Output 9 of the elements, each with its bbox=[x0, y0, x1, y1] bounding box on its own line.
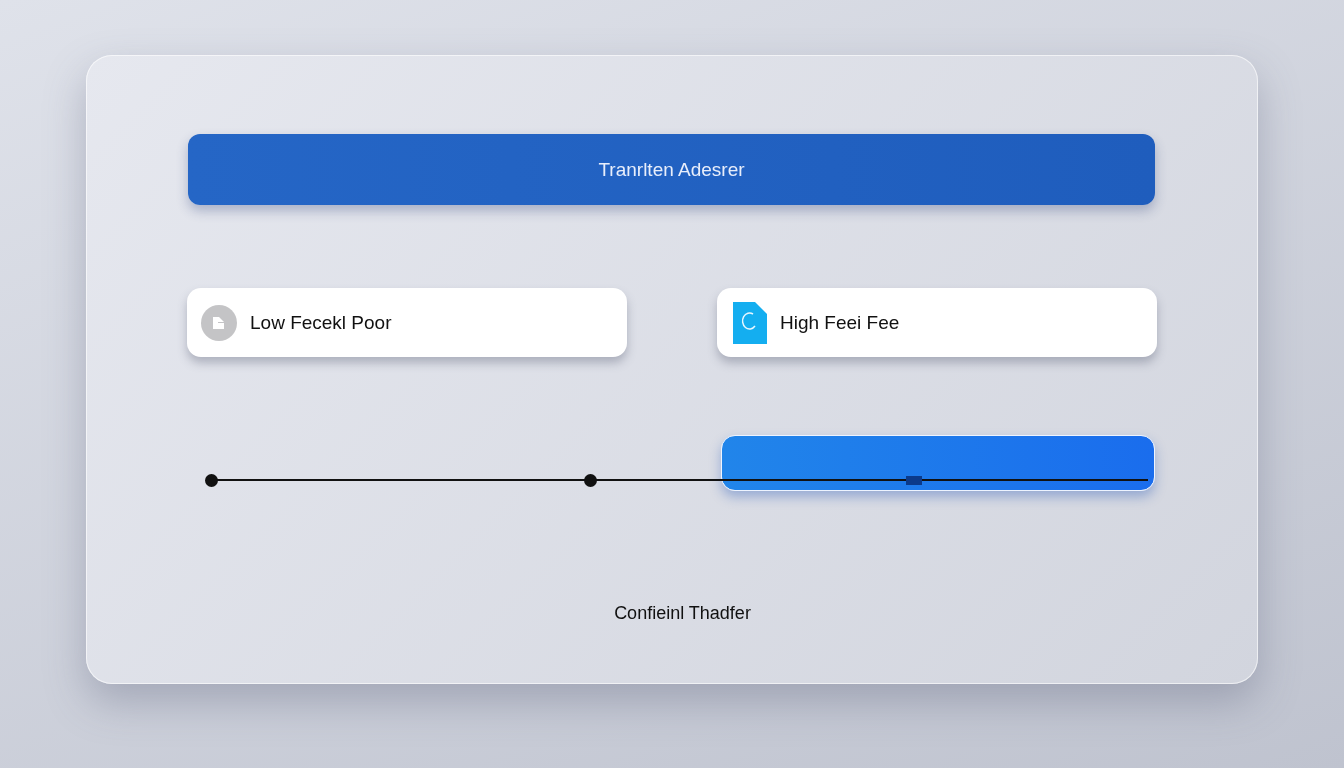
fee-option[interactable]: High Feei Fee bbox=[717, 288, 1157, 357]
header-title: Tranrlten Adesrer bbox=[598, 158, 745, 181]
footer-label: Confieinl Thadfer bbox=[614, 603, 751, 624]
stop-dot bbox=[205, 474, 218, 487]
fee-option[interactable]: Low Fecekl Poor bbox=[187, 288, 627, 357]
slider-thumb[interactable] bbox=[905, 476, 922, 485]
stop-dot bbox=[584, 474, 597, 487]
file-icon bbox=[733, 301, 767, 344]
document-icon bbox=[201, 304, 237, 341]
